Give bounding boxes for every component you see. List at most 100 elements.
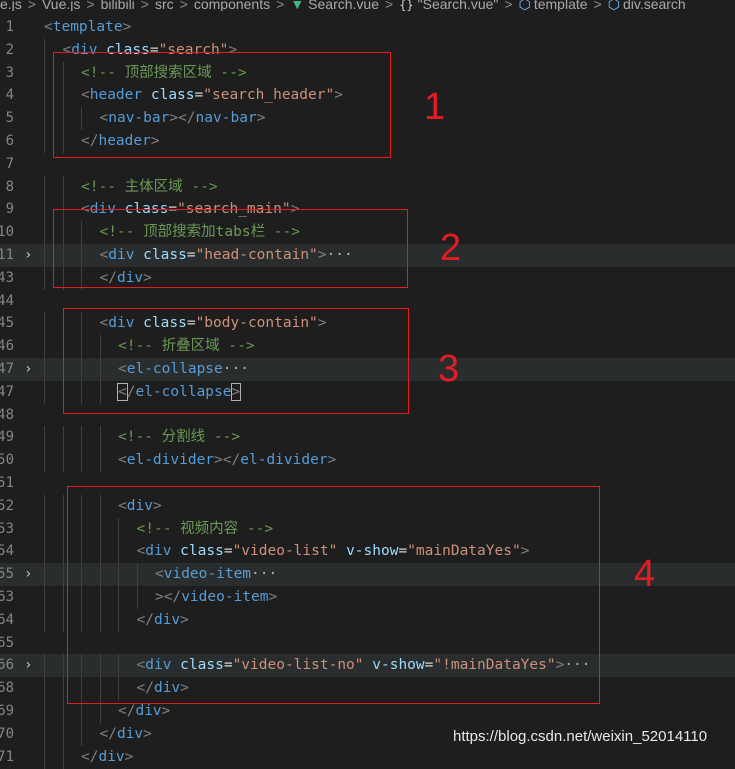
indent-guide: [81, 426, 82, 450]
code-token: div: [116, 725, 144, 742]
breadcrumb-section[interactable]: "Search.vue": [418, 0, 499, 11]
indent-guide: [44, 608, 45, 632]
code-token: el-divider: [240, 452, 328, 469]
code-token: el-divider: [126, 452, 215, 469]
line-number: 7: [5, 155, 14, 172]
code-token: <!-- 主体区域 -->: [81, 178, 218, 195]
code-token: </: [99, 725, 117, 742]
code-token: >: [327, 452, 337, 469]
line-number: 1: [5, 19, 14, 35]
indent-guide: [62, 540, 64, 564]
breadcrumb-template[interactable]: template: [534, 0, 588, 11]
indent-guide: [62, 608, 64, 632]
code-line[interactable]: 71 </div>: [0, 745, 735, 769]
code-text: <template>: [44, 16, 131, 39]
code-text: <!-- 主体区域 -->: [81, 176, 218, 199]
line-number: 11: [0, 247, 14, 263]
line-number: 45: [0, 315, 14, 332]
code-text: <el-divider></el-divider>: [118, 449, 336, 472]
chevron-right-icon: >: [179, 0, 188, 11]
indent-guide: [62, 517, 64, 541]
line-number: 3: [5, 64, 14, 81]
chevron-right-icon: >: [86, 0, 95, 11]
fold-chevron-right-icon[interactable]: ›: [24, 244, 36, 267]
breadcrumb-item[interactable]: src: [155, 0, 174, 11]
breadcrumb-file[interactable]: Search.vue: [308, 0, 379, 11]
indent-guide: [44, 266, 45, 290]
indent-guide: [62, 586, 64, 609]
indent-guide: [44, 540, 45, 564]
code-line[interactable]: 50 <el-divider></el-divider>: [0, 449, 735, 473]
breadcrumb: e.js > Vue.js > bilibili > src > components > ▼ Sea…: [0, 0, 735, 11]
cube-icon: ⬡: [607, 0, 620, 11]
code-token: <!-- 分割线 -->: [118, 429, 241, 446]
indent-guide: [44, 130, 45, 153]
watermark: https://blog.csdn.net/weixin_52014110: [453, 728, 708, 745]
line-number: 43: [0, 269, 14, 286]
line-number: 8: [5, 178, 14, 195]
code-token: template: [52, 19, 123, 35]
fold-chevron-right-icon[interactable]: ›: [24, 654, 36, 677]
line-number: 65: [0, 634, 14, 651]
code-text: </div>: [81, 746, 133, 769]
indent-guide: [62, 494, 64, 518]
cube-icon: ⬡: [518, 0, 531, 11]
line-number: 64: [0, 611, 14, 628]
fold-chevron-right-icon[interactable]: ›: [24, 358, 36, 381]
annotation-label-1: 1: [424, 86, 446, 128]
line-number: 44: [0, 292, 14, 309]
breadcrumb-div[interactable]: div.search: [623, 0, 686, 11]
line-number: 4: [5, 87, 14, 104]
indent-guide: [62, 563, 64, 587]
indent-guide: [44, 677, 45, 701]
code-token: >: [143, 725, 152, 742]
indent-guide: [44, 654, 45, 678]
code-line[interactable]: 49 <!-- 分割线 -->: [0, 426, 735, 450]
indent-guide: [44, 358, 45, 381]
indent-guide: [44, 38, 45, 62]
annotation-label-4: 4: [634, 553, 656, 595]
indent-guide: [44, 745, 45, 769]
code-token: >: [122, 19, 132, 35]
code-token: <: [44, 19, 53, 35]
breadcrumb-item[interactable]: bilibili: [101, 0, 135, 11]
indent-guide: [62, 745, 64, 769]
indent-guide: [44, 563, 45, 587]
indent-guide: [44, 700, 45, 723]
line-number: 10: [0, 224, 14, 241]
indent-guide: [44, 722, 45, 746]
fold-chevron-right-icon[interactable]: ›: [24, 563, 36, 586]
line-number: 9: [5, 201, 14, 218]
indent-guide: [62, 175, 64, 199]
annotation-box-2: [53, 209, 408, 288]
indent-guide: [62, 722, 64, 746]
breadcrumb-item[interactable]: components: [194, 0, 270, 11]
indent-guide: [99, 449, 101, 473]
indent-guide: [62, 677, 64, 701]
braces-icon: {}: [399, 0, 414, 11]
breadcrumb-item[interactable]: Vue.js: [42, 0, 80, 11]
indent-guide: [44, 426, 45, 450]
line-number: 46: [0, 338, 14, 355]
annotation-box-1: [53, 52, 391, 158]
annotation-label-2: 2: [440, 227, 462, 269]
code-line[interactable]: 8 <!-- 主体区域 -->: [0, 175, 735, 199]
code-token: ></: [214, 452, 241, 469]
indent-guide: [62, 449, 64, 473]
indent-guide: [81, 722, 82, 746]
line-number: 5: [5, 110, 14, 127]
line-number: 48: [0, 406, 14, 423]
code-line[interactable]: 1 <template>: [0, 16, 735, 39]
annotation-box-4: [67, 486, 600, 704]
breadcrumb-item[interactable]: e.js: [0, 0, 22, 11]
indent-guide: [44, 517, 45, 541]
annotation-label-3: 3: [438, 348, 460, 390]
code-token: <: [118, 452, 127, 469]
chevron-right-icon: >: [385, 0, 394, 11]
line-number: 51: [0, 475, 14, 491]
indent-guide: [99, 426, 101, 450]
chevron-right-icon: >: [593, 0, 602, 11]
indent-guide: [44, 61, 45, 85]
indent-guide: [44, 84, 45, 108]
code-token: </: [118, 703, 136, 719]
